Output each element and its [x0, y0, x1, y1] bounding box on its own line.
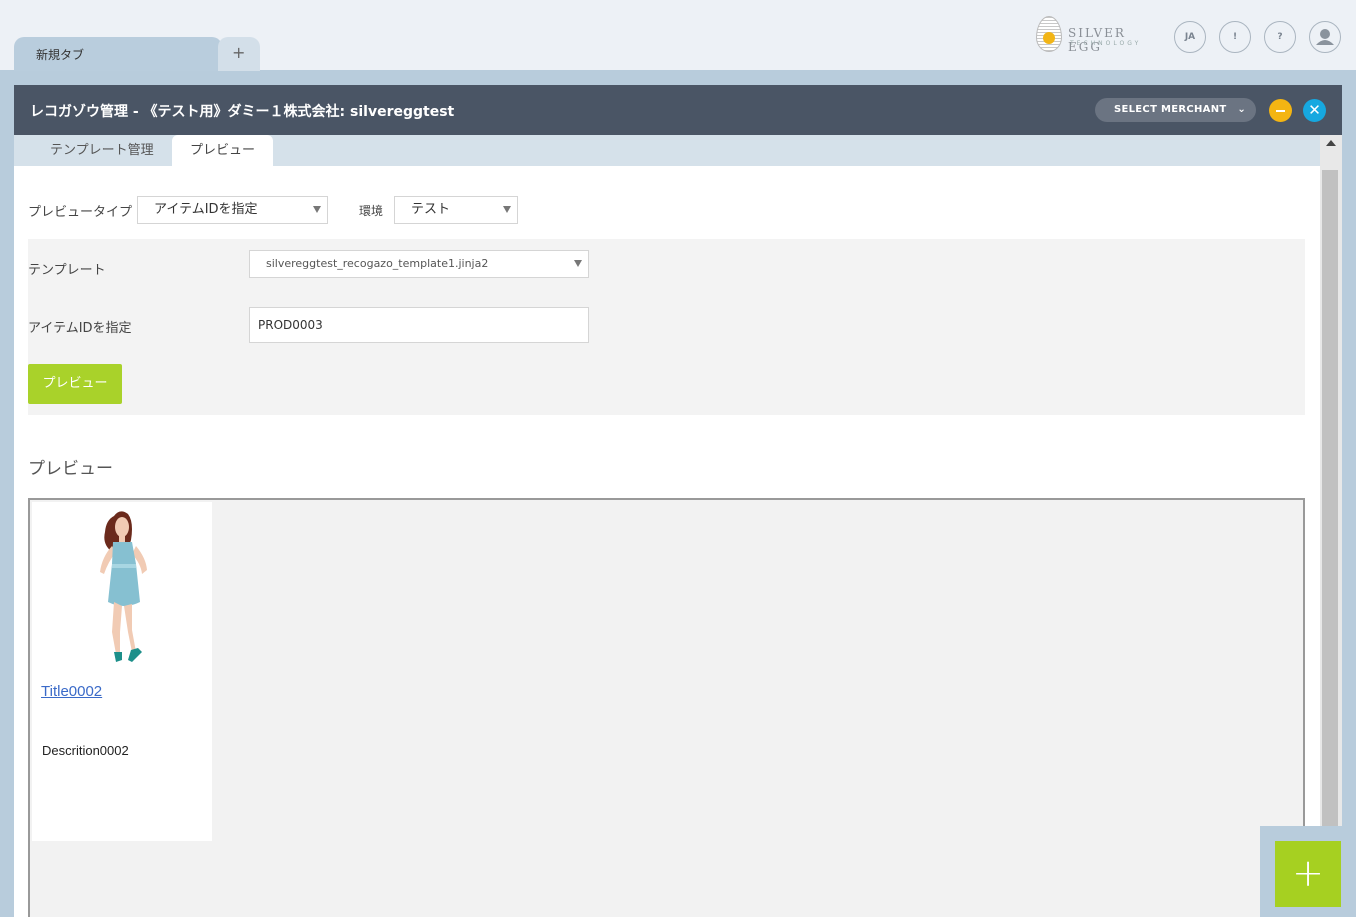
template-label: テンプレート [28, 263, 106, 278]
tab-preview[interactable]: プレビュー [172, 135, 274, 166]
preview-form-panel: テンプレート silvereggtest_recogazo_template1.… [28, 239, 1305, 415]
add-button[interactable]: + [1275, 841, 1341, 907]
scroll-thumb[interactable] [1322, 170, 1338, 917]
preview-button[interactable]: プレビュー [28, 364, 122, 404]
window-tabs: テンプレート管理 プレビュー [14, 135, 1320, 166]
app-top-bar: 新規タブ + SILVER EGG TECHNOLOGY JA ! ? [0, 0, 1356, 71]
close-button[interactable]: ✕ [1303, 99, 1326, 122]
silver-egg-logo: SILVER EGG TECHNOLOGY [1034, 14, 1164, 54]
preview-type-select[interactable]: アイテムIDを指定 [137, 196, 328, 224]
browser-tab-label: 新規タブ [36, 48, 85, 62]
template-value: silvereggtest_recogazo_template1.jinja2 [266, 257, 489, 270]
user-account-button[interactable] [1309, 21, 1341, 53]
product-title-link[interactable]: Title0002 [41, 683, 102, 700]
item-id-input[interactable]: PROD0003 [249, 307, 589, 343]
product-description: Descrition0002 [42, 743, 129, 758]
dropdown-arrow-icon [503, 206, 511, 213]
select-merchant-label: SELECT MERCHANT [1114, 104, 1227, 115]
scroll-up-arrow-icon[interactable] [1326, 140, 1336, 146]
item-id-label: アイテムIDを指定 [28, 321, 132, 336]
preview-frame: Title0002 Descrition0002 [28, 498, 1305, 917]
help-button[interactable]: ? [1264, 21, 1296, 53]
user-icon [1316, 29, 1334, 45]
logo-subtitle: TECHNOLOGY [1070, 40, 1142, 47]
minimize-button[interactable] [1269, 99, 1292, 122]
dropdown-arrow-icon [313, 206, 321, 213]
dropdown-arrow-icon [574, 260, 582, 267]
vertical-scrollbar[interactable] [1320, 135, 1342, 917]
environment-label: 環境 [359, 204, 384, 218]
product-card: Title0002 Descrition0002 [32, 502, 212, 841]
alert-button[interactable]: ! [1219, 21, 1251, 53]
template-select[interactable]: silvereggtest_recogazo_template1.jinja2 [249, 250, 589, 278]
product-image [100, 511, 147, 662]
preview-type-value: アイテムIDを指定 [154, 202, 258, 217]
add-tab-button[interactable]: + [218, 37, 260, 71]
preview-section-title: プレビュー [28, 459, 113, 479]
environment-select[interactable]: テスト [394, 196, 518, 224]
app-window: レコガゾウ管理 - 《テスト用》ダミー１株式会社: silvereggtest … [14, 85, 1342, 917]
select-merchant-button[interactable]: SELECT MERCHANT ⌄ [1095, 98, 1256, 122]
window-header: レコガゾウ管理 - 《テスト用》ダミー１株式会社: silvereggtest … [14, 85, 1342, 135]
egg-logo-icon [1036, 16, 1062, 52]
language-button[interactable]: JA [1174, 21, 1206, 53]
preview-type-label: プレビュータイプ [28, 205, 133, 220]
environment-value: テスト [411, 202, 451, 217]
chevron-down-icon: ⌄ [1237, 104, 1246, 115]
window-title: レコガゾウ管理 - 《テスト用》ダミー１株式会社: silvereggtest [30, 104, 455, 120]
browser-tab-new[interactable]: 新規タブ [14, 37, 222, 71]
tab-template-management[interactable]: テンプレート管理 [50, 135, 154, 166]
plus-icon: + [232, 43, 246, 62]
